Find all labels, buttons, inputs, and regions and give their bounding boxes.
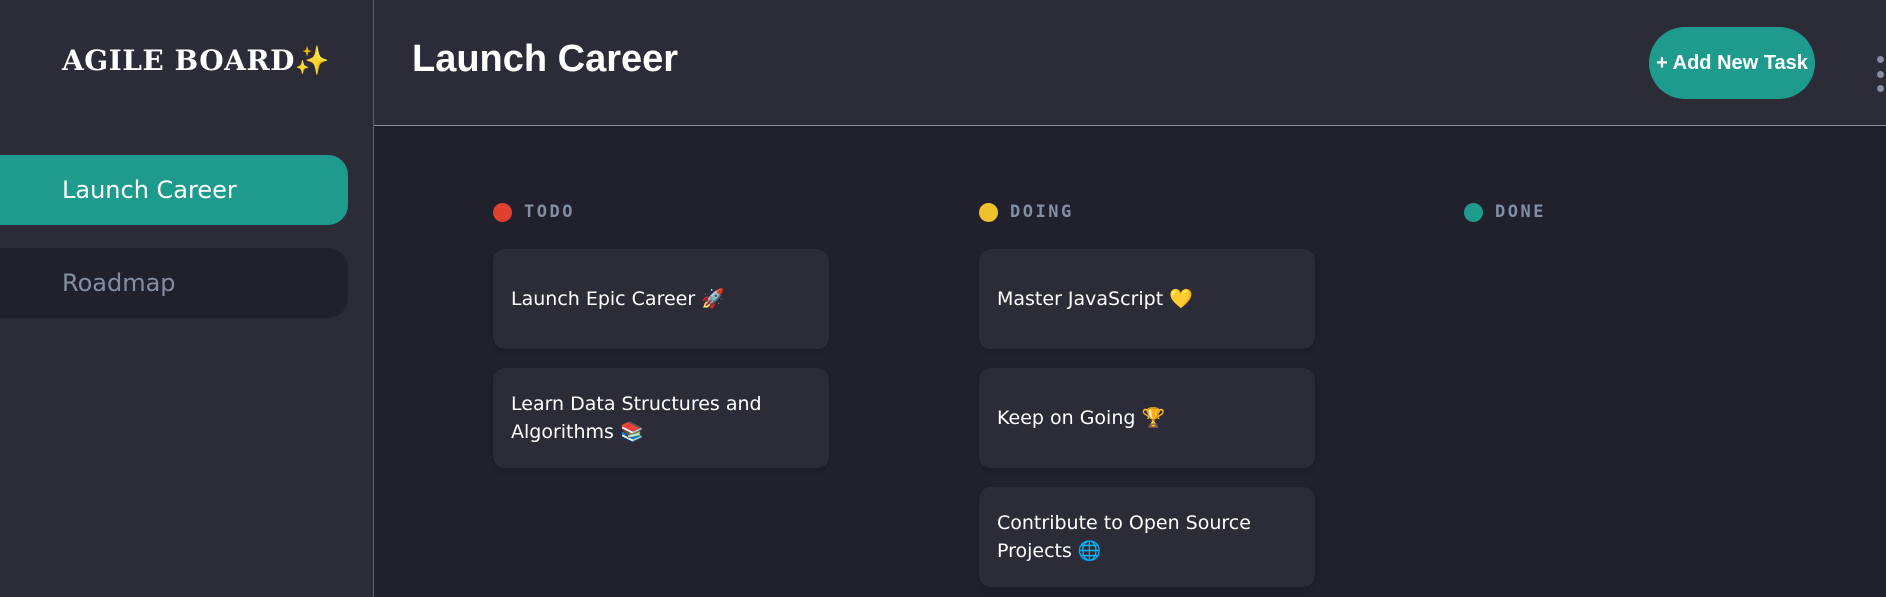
column-header: DOING	[979, 200, 1315, 224]
task-title-text: Keep on Going	[997, 407, 1136, 429]
kebab-dot	[1876, 56, 1884, 63]
column-doing: DOING Master JavaScript 💛 Keep on Going 🏆 …	[979, 200, 1315, 587]
column-header: DONE	[1464, 200, 1800, 224]
sidebar-item-launch-career[interactable]: Launch Career	[0, 155, 348, 225]
task-card[interactable]: Learn Data Structures and Algorithms 📚	[493, 368, 829, 468]
kebab-dot	[1876, 85, 1884, 92]
kebab-dot	[1876, 70, 1884, 78]
task-title-text: Master JavaScript	[997, 288, 1164, 310]
status-dot-icon	[1464, 202, 1483, 222]
status-dot-icon	[979, 202, 998, 222]
yellow-heart-icon: 💛	[1169, 288, 1193, 310]
column-todo: TODO Launch Epic Career 🚀 Learn Data Stru…	[493, 200, 829, 468]
column-title: TODO	[524, 202, 575, 222]
task-title-text: Launch Epic Career	[511, 288, 696, 310]
task-title: Launch Epic Career 🚀	[511, 285, 725, 313]
task-title-text: Contribute to Open Source Projects	[997, 512, 1251, 562]
task-list: Master JavaScript 💛 Keep on Going 🏆 Contri…	[979, 249, 1315, 587]
rocket-icon: 🚀	[701, 288, 725, 310]
app-logo: AGILE BOARD✨	[62, 44, 330, 77]
trophy-icon: 🏆	[1141, 407, 1166, 429]
kebab-menu-icon[interactable]	[1874, 56, 1886, 92]
column-header: TODO	[493, 200, 829, 224]
task-card[interactable]: Keep on Going 🏆	[979, 368, 1315, 468]
sidebar-item-label: Launch Career	[62, 176, 237, 204]
sidebar-item-roadmap[interactable]: Roadmap	[0, 248, 348, 318]
add-new-task-button[interactable]: + Add New Task	[1649, 27, 1815, 99]
sidebar-item-label: Roadmap	[62, 269, 176, 297]
task-card[interactable]: Launch Epic Career 🚀	[493, 249, 829, 349]
globe-icon: 🌐	[1077, 540, 1102, 562]
books-icon: 📚	[619, 421, 644, 443]
column-title: DOING	[1010, 202, 1074, 222]
task-title: Learn Data Structures and Algorithms 📚	[511, 390, 811, 446]
sidebar: AGILE BOARD✨ Launch Career Roadmap	[0, 0, 374, 597]
column-title: DONE	[1495, 202, 1546, 222]
app-root: AGILE BOARD✨ Launch Career Roadmap Launc…	[0, 0, 1886, 597]
task-card[interactable]: Master JavaScript 💛	[979, 249, 1315, 349]
task-title: Master JavaScript 💛	[997, 285, 1193, 313]
column-done: DONE	[1464, 200, 1800, 249]
sparkle-icon: ✨	[294, 44, 331, 77]
status-dot-icon	[493, 202, 512, 222]
task-title: Contribute to Open Source Projects 🌐	[997, 509, 1297, 565]
app-logo-text: AGILE BOARD	[62, 44, 295, 77]
task-card[interactable]: Contribute to Open Source Projects 🌐	[979, 487, 1315, 587]
top-header: Launch Career + Add New Task	[374, 0, 1886, 126]
page-title: Launch Career	[412, 38, 679, 80]
task-list: Launch Epic Career 🚀 Learn Data Structure…	[493, 249, 829, 468]
task-title: Keep on Going 🏆	[997, 404, 1165, 432]
